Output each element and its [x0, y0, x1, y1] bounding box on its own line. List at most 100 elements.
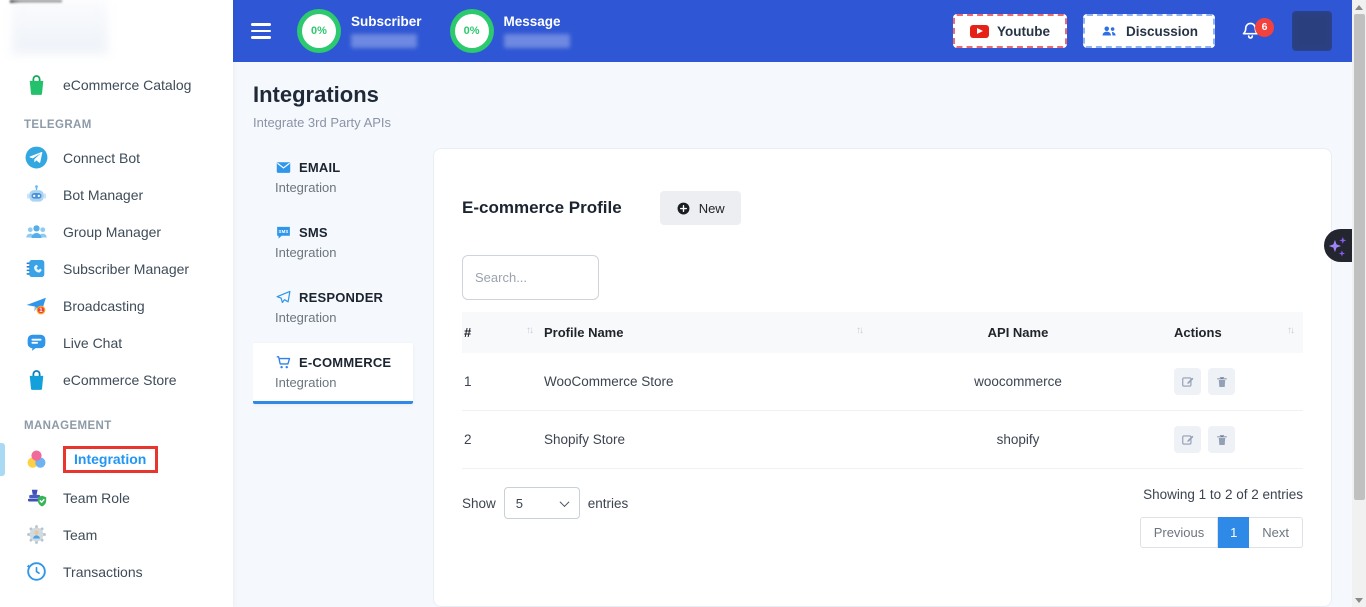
edit-icon — [1181, 433, 1195, 447]
new-button-label: New — [699, 201, 725, 216]
delete-button[interactable] — [1208, 426, 1235, 453]
sidebar-item-live-chat[interactable]: Live Chat — [0, 324, 233, 361]
subscriber-stat: 0% Subscriber — [297, 9, 422, 53]
sidebar-item-team-role[interactable]: Team Role — [0, 479, 233, 516]
sidebar-item-label: eCommerce Catalog — [63, 77, 191, 93]
sidebar-item-bot-manager[interactable]: Bot Manager — [0, 176, 233, 213]
tab-label: SMS — [299, 225, 328, 240]
scroll-down-arrow[interactable] — [1352, 593, 1366, 607]
cell-profile-name: Shopify Store — [542, 411, 872, 469]
progress-value: 0% — [302, 14, 336, 48]
edit-button[interactable] — [1174, 368, 1201, 395]
hamburger-menu-icon[interactable] — [251, 23, 271, 39]
table-row: 1 WooCommerce Store woocommerce — [462, 353, 1303, 411]
edit-button[interactable] — [1174, 426, 1201, 453]
sort-icon[interactable]: ↑↓ — [856, 325, 862, 336]
entries-label: entries — [588, 496, 629, 511]
plus-circle-icon — [676, 201, 691, 216]
ai-assistant-button[interactable] — [1324, 229, 1352, 262]
sidebar-item-label: Broadcasting — [63, 298, 145, 314]
sidebar-item-label: Connect Bot — [63, 150, 140, 166]
scroll-up-arrow[interactable] — [1352, 0, 1366, 14]
trash-icon — [1215, 375, 1229, 389]
discussion-button[interactable]: Discussion — [1083, 14, 1215, 48]
next-page-button[interactable]: Next — [1249, 517, 1303, 548]
delete-button[interactable] — [1208, 368, 1235, 395]
robot-icon — [24, 182, 49, 207]
history-clock-icon — [24, 559, 49, 584]
cell-num: 1 — [462, 353, 542, 411]
active-indicator — [0, 443, 5, 476]
tab-sublabel: Integration — [275, 180, 399, 195]
cell-api-name: woocommerce — [872, 353, 1172, 411]
stat-label: Subscriber — [351, 14, 422, 29]
stamp-shield-icon — [24, 485, 49, 510]
stat-label: Message — [504, 14, 570, 29]
scrollbar[interactable] — [1352, 0, 1366, 607]
shopping-bag-blue-icon — [24, 367, 49, 392]
scrollbar-thumb[interactable] — [1354, 14, 1365, 500]
sidebar-item-transactions[interactable]: Transactions — [0, 553, 233, 590]
tab-ecommerce-integration[interactable]: E-COMMERCE Integration — [253, 343, 413, 404]
sidebar-item-ecommerce-catalog[interactable]: eCommerce Catalog — [0, 66, 233, 103]
sidebar-section-management: MANAGEMENT — [0, 404, 233, 440]
progress-ring: 0% — [297, 9, 341, 53]
current-page-button[interactable]: 1 — [1218, 517, 1249, 548]
message-stat: 0% Message — [450, 9, 570, 53]
sidebar-item-integration[interactable]: Integration — [0, 440, 233, 479]
sidebar-item-label: Live Chat — [63, 335, 122, 351]
progress-value: 0% — [455, 14, 489, 48]
cell-num: 2 — [462, 411, 542, 469]
sms-bubble-icon: SMS — [275, 224, 292, 241]
sidebar: eCommerce Catalog TELEGRAM Connect Bot B… — [0, 0, 233, 607]
sidebar-item-broadcasting[interactable]: 1 Broadcasting — [0, 287, 233, 324]
sidebar-item-label: Team Role — [63, 490, 130, 506]
topbar: 0% Subscriber 0% Message Youtu — [233, 0, 1352, 62]
tab-responder-integration[interactable]: RESPONDER Integration — [253, 278, 413, 336]
contact-book-icon — [24, 256, 49, 281]
show-label: Show — [462, 496, 496, 511]
annotation-highlight-box: Integration — [63, 446, 158, 473]
sort-icon[interactable]: ↑↓ — [1287, 325, 1293, 336]
sidebar-section-telegram: TELEGRAM — [0, 103, 233, 139]
sidebar-item-subscriber-manager[interactable]: Subscriber Manager — [0, 250, 233, 287]
new-button[interactable]: New — [660, 191, 741, 225]
youtube-button[interactable]: Youtube — [953, 14, 1067, 48]
cell-profile-name: WooCommerce Store — [542, 353, 872, 411]
paper-plane-icon — [275, 289, 292, 306]
ecommerce-profile-card: E-commerce Profile New #↑↓ — [433, 148, 1332, 607]
sidebar-item-ecommerce-store[interactable]: eCommerce Store — [0, 361, 233, 398]
tab-email-integration[interactable]: EMAIL Integration — [253, 148, 413, 206]
col-header-num: # — [464, 325, 471, 340]
progress-ring: 0% — [450, 9, 494, 53]
main-area: 0% Subscriber 0% Message Youtu — [233, 0, 1352, 607]
tab-label: EMAIL — [299, 160, 340, 175]
search-input[interactable] — [462, 255, 599, 300]
color-circles-icon — [24, 447, 49, 472]
sidebar-item-label: Integration — [74, 451, 146, 467]
sidebar-item-group-manager[interactable]: Group Manager — [0, 213, 233, 250]
notifications-button[interactable]: 6 — [1239, 20, 1262, 43]
app-window: eCommerce Catalog TELEGRAM Connect Bot B… — [0, 0, 1366, 607]
trash-icon — [1215, 433, 1229, 447]
redacted-stat-value — [351, 34, 417, 48]
sidebar-item-connect-bot[interactable]: Connect Bot — [0, 139, 233, 176]
previous-page-button[interactable]: Previous — [1140, 517, 1219, 548]
sidebar-item-team[interactable]: Team — [0, 516, 233, 553]
redacted-stat-value — [504, 34, 570, 48]
table-header-row: #↑↓ Profile Name↑↓ API Name Actions↑↓ — [462, 312, 1303, 353]
user-avatar[interactable] — [1292, 11, 1332, 51]
page-size-select[interactable]: 5 — [504, 487, 580, 519]
people-group-icon — [24, 219, 49, 244]
tab-sublabel: Integration — [275, 375, 399, 390]
sort-icon[interactable]: ↑↓ — [526, 325, 532, 336]
col-header-actions: Actions — [1174, 325, 1222, 340]
col-header-api: API Name — [988, 325, 1049, 340]
cart-icon — [275, 354, 292, 371]
tab-sublabel: Integration — [275, 245, 399, 260]
page-size-value: 5 — [516, 496, 523, 511]
table-row: 2 Shopify Store shopify — [462, 411, 1303, 469]
tab-sms-integration[interactable]: SMS SMS Integration — [253, 213, 413, 271]
page-subtitle: Integrate 3rd Party APIs — [253, 115, 1332, 130]
users-icon — [1100, 22, 1118, 40]
